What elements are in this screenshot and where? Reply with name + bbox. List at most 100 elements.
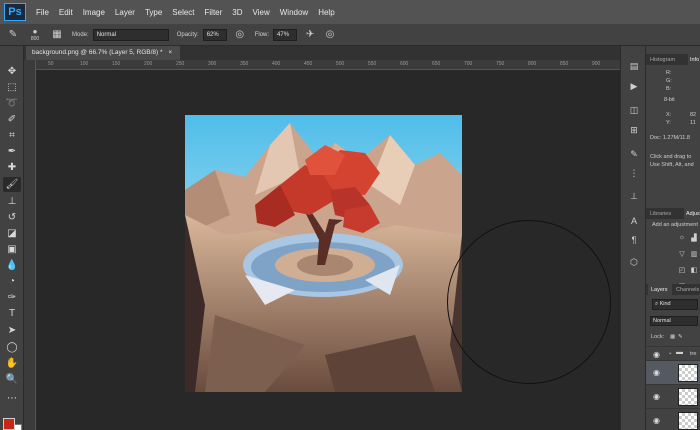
clone-stamp-tool-icon[interactable]: ⊥ (3, 194, 21, 209)
vertical-ruler[interactable] (24, 60, 36, 430)
menu-type[interactable]: Type (145, 8, 162, 17)
document-canvas[interactable] (36, 70, 620, 430)
menu-select[interactable]: Select (172, 8, 194, 17)
ruler-tick-label: 300 (208, 61, 217, 67)
dodge-tool-icon[interactable]: ◔ (3, 274, 21, 289)
character-icon[interactable]: A (627, 214, 641, 227)
brush-settings-icon[interactable]: ✎ (627, 148, 641, 161)
swatches-icon[interactable]: ⊞ (627, 124, 641, 137)
size-pressure-icon[interactable]: ◎ (323, 28, 337, 42)
hand-tool-icon[interactable]: ✋ (3, 356, 21, 371)
opacity-field[interactable]: 62% (202, 28, 227, 41)
blend-mode-select[interactable]: Normal (650, 316, 698, 326)
history-icon[interactable]: ▤ (627, 60, 641, 73)
properties-icon[interactable]: ◫ (627, 104, 641, 117)
photo-filter-adjustment-icon[interactable]: ◰ (678, 266, 686, 274)
eyedropper-tool-icon[interactable]: ✒ (3, 144, 21, 159)
photoshop-logo: Ps (4, 3, 26, 21)
vibrance-adjustment-icon[interactable]: ▽ (678, 250, 686, 258)
lock-brush-icon[interactable]: ✎ (678, 334, 683, 340)
history-brush-tool-icon[interactable]: ↺ (3, 210, 21, 225)
lock-transparency-icon[interactable]: ▦ (670, 334, 675, 340)
tab-layers[interactable]: Layers (648, 284, 672, 295)
path-select-tool-icon[interactable]: ➤ (3, 323, 21, 338)
options-bar: ✎ ● 800 ▦ Mode: Normal Opacity: 62% ◎ Fl… (0, 24, 700, 46)
info-hint-line-2: Use Shift, Alt, and (650, 162, 694, 168)
layers-panel-tabs: Layers Channels (646, 284, 700, 295)
paragraph-icon[interactable]: ¶ (627, 233, 641, 246)
menu-view[interactable]: View (253, 8, 270, 17)
ruler-tick-label: 350 (240, 61, 249, 67)
folder-icon: ▬ (676, 349, 683, 356)
menu-layer[interactable]: Layer (115, 8, 135, 17)
brightness-adjustment-icon[interactable]: ☼ (678, 234, 686, 241)
more-tools-icon[interactable]: ⋯ (3, 391, 21, 406)
ruler-tick-label: 900 (592, 61, 601, 67)
brush-cursor (447, 220, 611, 384)
eraser-tool-icon[interactable]: ◪ (3, 226, 21, 241)
panels-column: Histogram Info R: G: B: 8-bit X: Y: 82 1… (646, 46, 700, 430)
layer-row-selected[interactable]: ◉ (646, 360, 700, 384)
ruler-tick-label: 400 (272, 61, 281, 67)
opacity-pressure-icon[interactable]: ◎ (233, 28, 247, 42)
lasso-tool-icon[interactable]: ➰ (3, 96, 21, 111)
layer-thumbnail (678, 412, 698, 430)
brush-tool-icon[interactable]: 🖌 (3, 177, 21, 192)
menu-filter[interactable]: Filter (205, 8, 223, 17)
menu-help[interactable]: Help (318, 8, 334, 17)
menu-window[interactable]: Window (280, 8, 308, 17)
ruler-tick-label: 800 (528, 61, 537, 67)
layer-kind-filter[interactable]: ⌕ Kind (652, 299, 698, 310)
visibility-eye-icon[interactable]: ◉ (653, 350, 660, 359)
levels-adjustment-icon[interactable]: ▟ (690, 234, 698, 242)
close-tab-icon[interactable]: × (168, 49, 172, 56)
group-chevron-icon[interactable]: ⌄ (668, 350, 673, 356)
mode-select[interactable]: Normal (92, 28, 169, 41)
info-b-label: B: (666, 86, 672, 92)
flow-field[interactable]: 47% (273, 28, 298, 41)
document-tab[interactable]: background.png @ 66.7% (Layer 5, RGB/8) … (26, 46, 181, 60)
menu-image[interactable]: Image (83, 8, 105, 17)
tab-histogram[interactable]: Histogram (650, 54, 675, 65)
visibility-eye-icon[interactable]: ◉ (653, 392, 660, 401)
clone-source-icon[interactable]: ⊥ (627, 190, 641, 203)
visibility-eye-icon[interactable]: ◉ (653, 416, 660, 425)
tab-adjustments[interactable]: Adjustments (684, 208, 700, 219)
airbrush-icon[interactable]: ✈ (303, 28, 317, 42)
menu-edit[interactable]: Edit (59, 8, 73, 17)
brush-size-picker[interactable]: ● 800 (26, 27, 44, 42)
zoom-tool-icon[interactable]: 🔍 (3, 372, 21, 387)
gradient-tool-icon[interactable]: ▣ (3, 242, 21, 257)
blur-tool-icon[interactable]: 💧 (3, 258, 21, 273)
info-panel-tabs: Histogram Info (646, 54, 700, 65)
brush-preset-icon[interactable]: ✎ (6, 28, 20, 42)
panel-icon-strip: ▤ ▶ ◫ ⊞ ✎ ⋮ ⊥ A ¶ ⬡ (620, 46, 646, 430)
layer-row[interactable]: ◉ (646, 408, 700, 430)
3d-icon[interactable]: ⬡ (627, 256, 641, 269)
actions-icon[interactable]: ▶ (627, 80, 641, 93)
layer-group-row[interactable]: ◉ ⌄ ▬ tre (646, 346, 700, 360)
horizontal-ruler[interactable]: 50 100 150 200 250 300 350 400 450 500 550 600 650 70… (36, 60, 620, 70)
type-tool-icon[interactable]: T (3, 306, 21, 321)
tab-channels[interactable]: Channels (676, 284, 699, 295)
group-name: tre (690, 351, 697, 357)
hue-saturation-adjustment-icon[interactable]: ▥ (690, 250, 698, 258)
quick-select-tool-icon[interactable]: ✐ (3, 112, 21, 127)
visibility-eye-icon[interactable]: ◉ (653, 368, 660, 377)
marquee-tool-icon[interactable]: ⬚ (3, 80, 21, 95)
flow-label: Flow: (254, 31, 270, 38)
pen-tool-icon[interactable]: ✑ (3, 290, 21, 305)
layer-row[interactable]: ◉ (646, 384, 700, 408)
tab-info[interactable]: Info (688, 54, 700, 65)
crop-tool-icon[interactable]: ⌗ (3, 128, 21, 143)
move-tool-icon[interactable]: ✥ (3, 64, 21, 79)
menu-file[interactable]: File (36, 8, 49, 17)
foreground-color-swatch[interactable] (3, 418, 15, 430)
tab-libraries[interactable]: Libraries (650, 208, 671, 219)
brush-panel-toggle-icon[interactable]: ▦ (50, 28, 64, 42)
invert-adjustment-icon[interactable]: ◧ (690, 266, 698, 274)
shape-tool-icon[interactable]: ◯ (3, 340, 21, 355)
healing-tool-icon[interactable]: ✚ (3, 160, 21, 175)
menu-3d[interactable]: 3D (232, 8, 242, 17)
brush-presets-icon[interactable]: ⋮ (627, 167, 641, 180)
